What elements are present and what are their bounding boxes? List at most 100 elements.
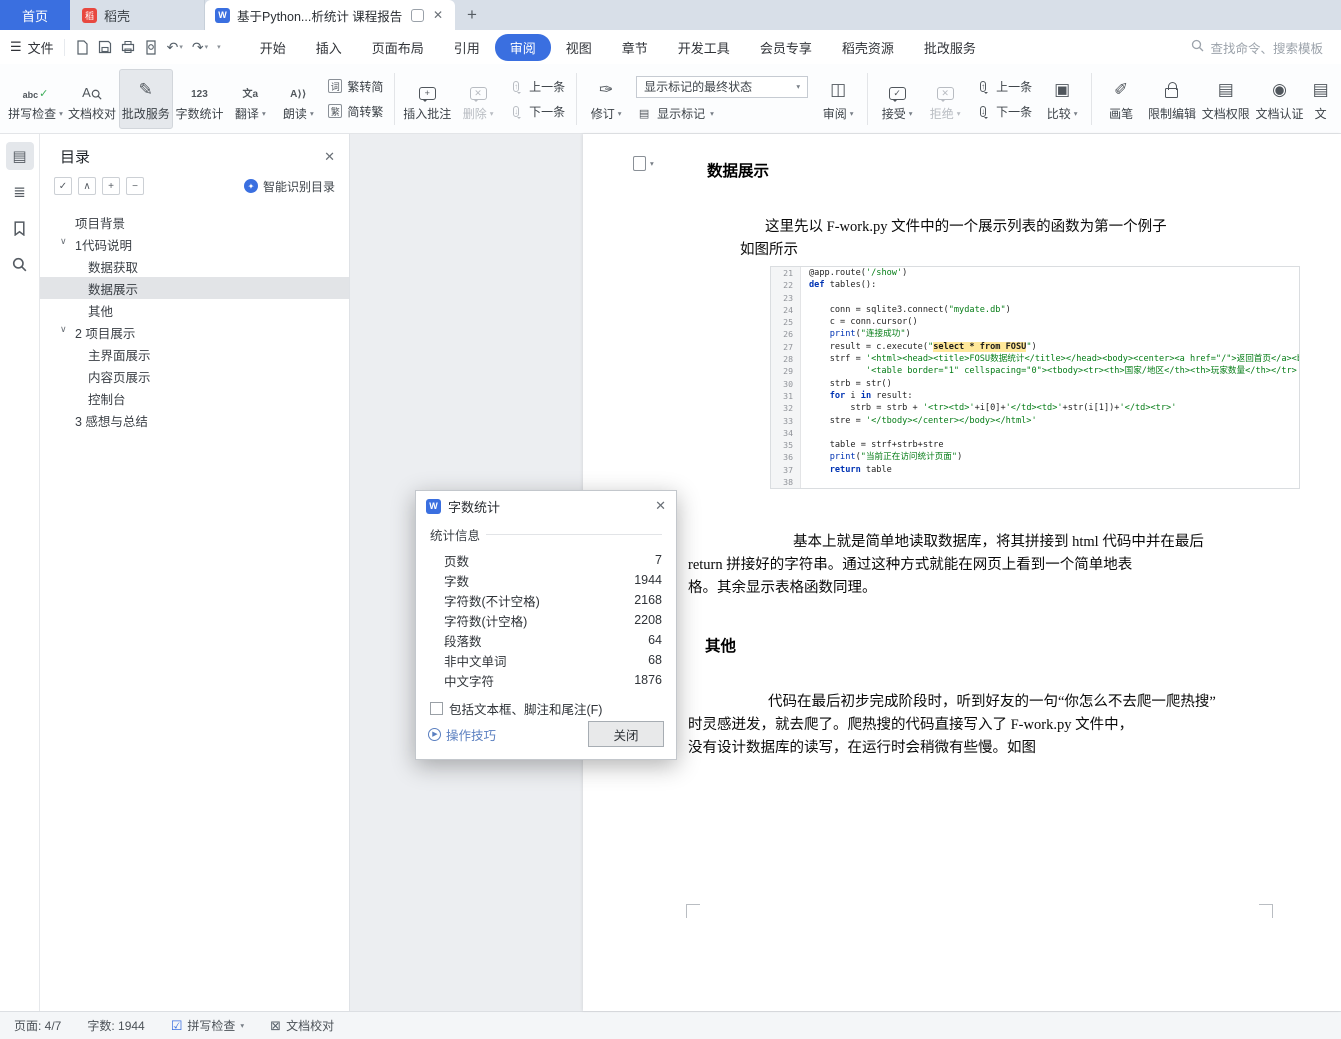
new-document-icon[interactable] [75,39,89,55]
next-comment-button[interactable]: ↓ 下一条 [508,103,565,120]
search-icon [1191,39,1204,55]
checkbox-icon[interactable] [430,702,443,715]
translate-button[interactable]: 文a 翻译 ▾ [226,69,274,129]
toc-collapse-all-button[interactable]: ∧ [78,177,96,195]
tab-close-icon[interactable]: ✕ [431,8,445,22]
correction-service-button[interactable]: ✎ 批改服务 [118,68,173,129]
bookmark-icon[interactable] [6,214,34,242]
review-button[interactable]: ◫ 审阅 ▾ [814,69,862,129]
prev-change-button[interactable]: ↑ 上一条 [975,78,1032,95]
menu-tab-稻壳资源[interactable]: 稻壳资源 [827,34,909,61]
doc-paragraph-3: 代码在最后初步完成阶段时，听到好友的一句“你怎么不去爬一爬热搜” 时灵感迸发，就去… [688,691,1216,760]
reject-button[interactable]: ✕ 拒绝 ▾ [921,69,969,129]
menu-tab-视图[interactable]: 视图 [551,34,607,61]
code-line-number: 21 [771,267,801,280]
word-count-button[interactable]: 123 字数统计 [173,69,227,129]
chevron-down-icon[interactable]: ∨ [60,236,67,247]
close-icon[interactable]: ✕ [324,149,335,165]
tab-docer[interactable]: 稻 稻壳 [70,0,205,30]
search-panel-icon[interactable] [6,250,34,278]
toc-item[interactable]: 数据展示 [40,277,349,299]
show-markup-icon: ▤ [638,107,650,120]
toc-item[interactable]: 主界面展示 [40,343,349,365]
spellcheck-button[interactable]: abc ✓ 拼写检查 ▾ [6,69,65,129]
toc-expand-button[interactable]: + [102,177,120,195]
trad-to-simp-button[interactable]: 词繁转简 [328,78,383,95]
ribbon-cutoff-button[interactable]: ▤ 文 [1306,69,1335,129]
print-icon[interactable] [121,40,135,54]
prev-comment-button[interactable]: ↑ 上一条 [508,78,565,95]
dialog-titlebar[interactable]: W 字数统计 ✕ [416,491,676,521]
save-icon[interactable] [98,40,112,54]
new-tab-button[interactable]: + [455,0,489,30]
menu-tab-开发工具[interactable]: 开发工具 [663,34,745,61]
menu-tab-引用[interactable]: 引用 [439,34,495,61]
menu-tab-会员专享[interactable]: 会员专享 [745,34,827,61]
doc-permission-button[interactable]: ▤ 文档权限 [1199,69,1253,129]
include-textbox-checkbox[interactable]: 包括文本框、脚注和尾注(F) [430,699,662,718]
show-markup-button[interactable]: ▤ 显示标记 ▾ [636,105,808,122]
read-aloud-button[interactable]: A⟩⟩ 朗读 ▾ [274,69,322,129]
menu-tab-章节[interactable]: 章节 [607,34,663,61]
toc-item-label: 数据展示 [88,282,139,297]
revision-button[interactable]: ✑ 修订 ▾ [582,69,630,129]
toc-item[interactable]: ∨ 1代码说明 [40,233,349,255]
undo-button[interactable]: ↶ ▾ [167,39,183,56]
simp-to-trad-button[interactable]: 繁简转繁 [328,103,383,120]
status-spellcheck-toggle[interactable]: ☑ 拼写检查 ▾ [171,1017,244,1034]
file-menu[interactable]: ☰ 文件 [10,38,64,57]
toc-item-label: 内容页展示 [88,370,151,385]
doc-proofread-button[interactable]: A 文档校对 [65,69,119,129]
tab-document[interactable]: W 基于Python...析统计 课程报告 ✕ [205,0,455,30]
next-change-button[interactable]: ↓ 下一条 [975,103,1032,120]
close-button[interactable]: 关闭 [588,721,664,747]
tab-home[interactable]: 首页 [0,0,70,30]
toc-check-button[interactable]: ✓ [54,177,72,195]
insert-comment-button[interactable]: + 插入批注 [400,69,454,129]
wordcount-row: 非中文单词 68 [444,653,662,669]
toc-item[interactable]: 其他 [40,299,349,321]
menu-tab-插入[interactable]: 插入 [301,34,357,61]
smart-toc-button[interactable]: ✦ 智能识别目录 [243,178,335,195]
status-word-count[interactable]: 字数: 1944 [87,1017,144,1034]
more-icon[interactable]: ▾ [217,43,221,51]
code-line-number: 38 [771,476,801,489]
markup-state-select[interactable]: 显示标记的最终状态 ▾ [636,75,809,98]
toc-item[interactable]: 内容页展示 [40,365,349,387]
toc-item-label: 主界面展示 [88,348,151,363]
menu-tab-开始[interactable]: 开始 [245,34,301,61]
doc-certify-button[interactable]: ◉ 文档认证 [1253,69,1307,129]
compare-button[interactable]: ▣ 比较 ▾ [1038,69,1086,129]
toc-item[interactable]: 数据获取 [40,255,349,277]
delete-comment-button[interactable]: ✕ 删除 ▾ [454,69,502,129]
toc-item[interactable]: 项目背景 [40,211,349,233]
tab-extra-icon[interactable] [410,8,424,22]
code-line: 27 result = c.execute("select * from FOS… [771,340,1299,354]
accept-button[interactable]: ✓ 接受 ▾ [873,69,921,129]
revision-icon: ✑ [598,79,614,99]
paragraph-line: 这里先以 F-work.py 文件中的一个展示列表的函数为第一个例子 [765,219,1167,235]
tips-link[interactable]: ▶ 操作技巧 [428,725,496,744]
document-page[interactable]: ▾ 数据展示 这里先以 F-work.py 文件中的一个展示列表的函数为第一个例… [583,134,1341,1011]
notes-panel-icon[interactable]: ≣ [6,178,34,206]
menu-tab-页面布局[interactable]: 页面布局 [357,34,439,61]
toc-collapse-button[interactable]: − [126,177,144,195]
menu-tab-审阅[interactable]: 审阅 [494,33,551,61]
status-proofread-toggle[interactable]: ⊠ 文档校对 [270,1017,334,1034]
pen-button[interactable]: ✐ 画笔 [1097,69,1145,129]
menu-tab-批改服务[interactable]: 批改服务 [909,34,991,61]
status-page-indicator[interactable]: 页面: 4/7 [14,1017,61,1034]
command-search[interactable]: 查找命令、搜索模板 [1191,38,1331,57]
restrict-edit-button[interactable]: 限制编辑 [1145,69,1199,129]
toc-item[interactable]: 3 感想与总结 [40,409,349,431]
toc-item[interactable]: 控制台 [40,387,349,409]
print-preview-icon[interactable] [144,39,158,55]
outline-panel-icon[interactable]: ▤ [5,142,34,170]
page-icon [633,156,646,171]
page-tool-button[interactable]: ▾ [633,156,654,171]
toc-item[interactable]: ∨ 2 项目展示 [40,321,349,343]
dialog-close-icon[interactable]: ✕ [655,498,666,514]
chevron-down-icon[interactable]: ∨ [60,324,67,335]
cutoff-icon: ▤ [1312,79,1329,99]
redo-button[interactable]: ↷ ▾ [192,39,208,56]
